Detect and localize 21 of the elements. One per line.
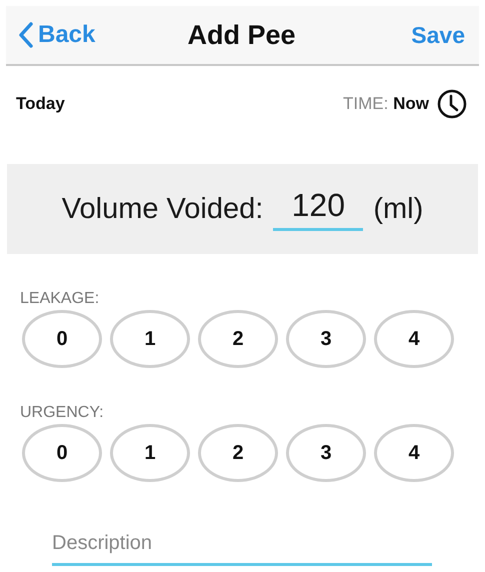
- back-chevron-icon: [18, 21, 34, 49]
- rating-option[interactable]: 2: [198, 310, 278, 368]
- description-field[interactable]: Description: [52, 528, 432, 566]
- rating-option[interactable]: 1: [110, 424, 190, 482]
- scale-label: URGENCY:: [20, 404, 105, 422]
- unit-label: (ml): [373, 192, 424, 226]
- rating-option[interactable]: 4: [374, 424, 454, 482]
- volume-input[interactable]: 120: [273, 187, 364, 231]
- date-label: Today: [16, 94, 65, 114]
- scale-label: LEAKAGE:: [20, 290, 100, 308]
- screen-title: Add Pee: [187, 20, 296, 50]
- rating-option[interactable]: 3: [286, 310, 366, 368]
- rating-option[interactable]: 4: [374, 310, 454, 368]
- time-label: TIME: Now: [343, 94, 429, 114]
- clock-icon[interactable]: [437, 89, 467, 119]
- rating-option[interactable]: 0: [22, 424, 102, 482]
- rating-option[interactable]: 2: [198, 424, 278, 482]
- rating-option[interactable]: 3: [286, 424, 366, 482]
- rating-option[interactable]: 1: [110, 310, 190, 368]
- rating-option[interactable]: 0: [22, 310, 102, 368]
- volume-label: Volume Voided:: [62, 192, 264, 226]
